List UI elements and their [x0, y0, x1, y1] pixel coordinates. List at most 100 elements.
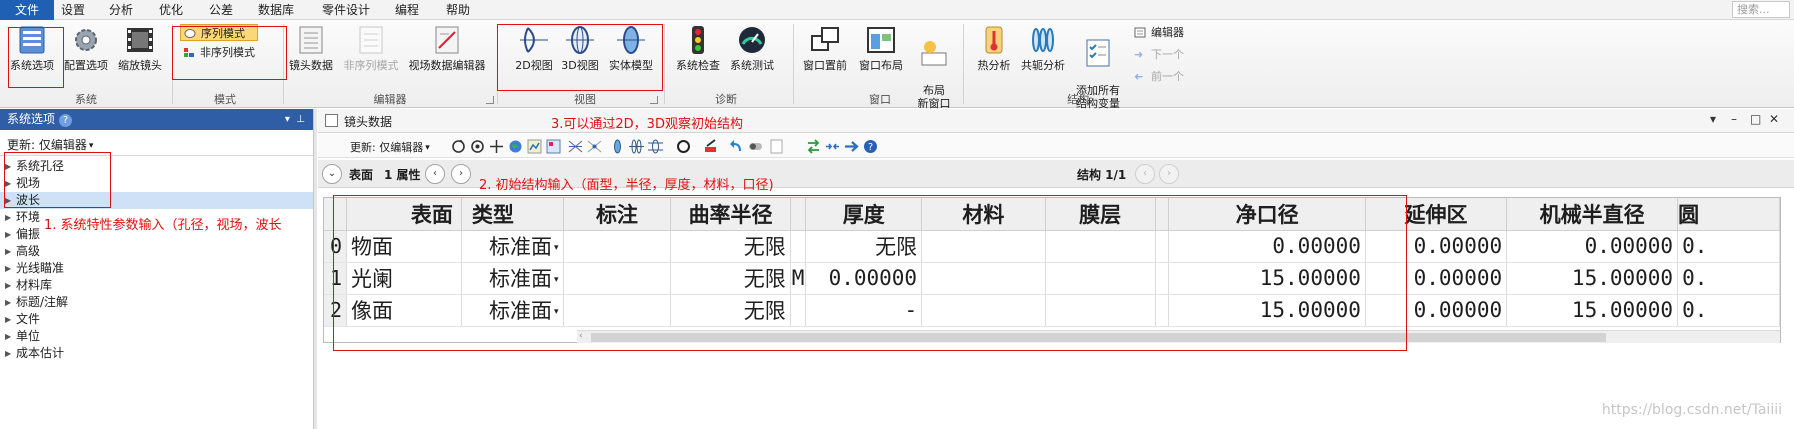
window-layout-button[interactable]: 窗口布局 — [855, 24, 907, 72]
svg-text:?: ? — [868, 142, 873, 153]
left-update-dropdown[interactable]: 更新: 仅编辑器 ▾ — [7, 136, 93, 153]
expand-arrow-icon: ▶ — [5, 213, 12, 222]
system-test-button[interactable]: 系统测试 — [726, 24, 778, 72]
expand-arrow-icon: ▶ — [5, 298, 12, 307]
expand-arrow-icon: ▶ — [5, 332, 12, 341]
spot-diagram-icon[interactable] — [587, 139, 602, 154]
expand-arrow-icon: ▶ — [5, 281, 12, 290]
cell-next[interactable]: 0. — [1677, 230, 1780, 263]
globe-icon[interactable] — [508, 139, 523, 154]
window-front-label: 窗口置前 — [803, 59, 847, 72]
lens-element-icon[interactable] — [610, 139, 625, 154]
minimize-icon[interactable]: – — [1731, 112, 1737, 126]
menu-file[interactable]: 文件 — [0, 0, 54, 20]
window-front-button[interactable]: 窗口置前 — [799, 24, 851, 72]
arrows-inward-icon[interactable] — [825, 139, 840, 154]
next-surface-button[interactable]: › — [451, 164, 471, 184]
prev-surface-button[interactable]: ‹ — [425, 164, 445, 184]
cell-mech-semi-dia[interactable]: 0.00000 — [1506, 230, 1679, 263]
system-check-label: 系统检查 — [676, 59, 720, 72]
menu-tolerance[interactable]: 公差 — [209, 0, 233, 20]
annotation-note-2: 2. 初始结构输入（面型，半径，厚度，材料，口径) — [479, 178, 774, 193]
conjugate-analysis-button[interactable]: 共轭分析 — [1018, 24, 1068, 72]
structure-prev-button[interactable]: ➜ 前一个 — [1131, 68, 1184, 85]
tree-item-label: 单位 — [16, 329, 41, 343]
tree-item-advanced[interactable]: ▶ 高级 — [0, 243, 313, 260]
annotation-box-system-options — [8, 27, 64, 88]
lens-data-icon — [299, 26, 323, 54]
properties-label: 1 属性 — [384, 168, 421, 182]
ray-fan-icon[interactable] — [568, 139, 583, 154]
menu-help[interactable]: 帮助 — [446, 0, 470, 20]
aperture-circle-icon[interactable] — [676, 139, 691, 154]
arrow-right-blue-icon[interactable] — [844, 139, 859, 154]
group-label-window: 窗口 — [869, 93, 891, 106]
field-data-editor-label: 视场数据编辑器 — [408, 59, 486, 72]
cell-mech-semi-dia[interactable]: 15.00000 — [1506, 294, 1679, 327]
collapse-button[interactable]: ⌄ — [322, 164, 342, 184]
tree-item-label: 成本估计 — [16, 346, 65, 360]
nonseq-editor-button[interactable]: 非序列模式 — [339, 24, 403, 72]
toggle-icon[interactable] — [748, 139, 763, 154]
help-circle-icon[interactable]: ? — [863, 139, 878, 154]
close-icon[interactable]: ✕ — [1769, 112, 1779, 126]
crosshair-icon[interactable] — [489, 139, 504, 154]
menu-settings[interactable]: 设置 — [61, 0, 85, 20]
menu-analysis[interactable]: 分析 — [109, 0, 133, 20]
thermal-analysis-label: 热分析 — [977, 59, 1011, 72]
tree-item-title-notes[interactable]: ▶ 标题/注解 — [0, 294, 313, 311]
menu-bar: 文件 设置 分析 优化 公差 数据库 零件设计 编程 帮助 搜索... — [0, 0, 1794, 20]
chart-icon[interactable] — [527, 139, 542, 154]
paint-brush-icon[interactable] — [703, 139, 718, 154]
lens-data-button[interactable]: 镜头数据 — [286, 24, 336, 72]
zoom-lens-button[interactable]: 缩放镜头 — [114, 24, 166, 72]
window-layout-label: 窗口布局 — [859, 59, 903, 72]
tree-item-material-catalog[interactable]: ▶ 材料库 — [0, 277, 313, 294]
structure-next-button[interactable]: ➜ 下一个 — [1131, 46, 1184, 63]
cell-next[interactable]: 0. — [1677, 262, 1780, 295]
menu-part-design[interactable]: 零件设计 — [322, 0, 370, 20]
arrows-swap-icon[interactable] — [806, 139, 821, 154]
pane-splitter[interactable] — [313, 109, 317, 429]
cell-next[interactable]: 0. — [1677, 294, 1780, 327]
checklist-icon — [1086, 39, 1110, 67]
refresh-icon[interactable] — [451, 139, 466, 154]
tree-item-cost-estimator[interactable]: ▶ 成本估计 — [0, 345, 313, 362]
new-layout-window-label: 布局 新窗口 — [917, 84, 951, 110]
system-check-button[interactable]: 系统检查 — [672, 24, 724, 72]
doc-update-dropdown[interactable]: 更新: 仅编辑器 ▾ — [350, 139, 430, 155]
tree-item-units[interactable]: ▶ 单位 — [0, 328, 313, 345]
window-menu-icon[interactable]: ▾ — [1710, 112, 1716, 126]
split-lens-icon[interactable] — [648, 139, 663, 154]
conjugate-icon — [1032, 28, 1054, 52]
editors-launcher-icon[interactable] — [486, 96, 494, 104]
blank-page-icon[interactable] — [769, 139, 784, 154]
view-launcher-icon[interactable] — [650, 96, 658, 104]
maximize-icon[interactable]: □ — [1750, 112, 1761, 126]
menu-programming[interactable]: 编程 — [395, 0, 419, 20]
structure-editor-button[interactable]: 编辑器 — [1131, 24, 1184, 41]
group-label-structure: 结构: — [1067, 93, 1093, 106]
thermal-analysis-button[interactable]: 热分析 — [972, 24, 1016, 72]
field-data-editor-button[interactable]: 视场数据编辑器 — [405, 24, 489, 72]
help-icon[interactable]: ? — [59, 114, 73, 127]
pane-pin-icon[interactable]: ▾ ⊥ — [285, 109, 305, 130]
layout-icon[interactable] — [546, 139, 561, 154]
search-input[interactable]: 搜索... — [1732, 1, 1790, 18]
tree-item-label: 环境 — [16, 210, 41, 224]
config-options-button[interactable]: 配置选项 — [60, 24, 112, 72]
prev-structure-button[interactable]: ‹ — [1135, 164, 1155, 184]
cell-mech-semi-dia[interactable]: 15.00000 — [1506, 262, 1679, 295]
refresh-all-icon[interactable] — [470, 139, 485, 154]
lens-data-header: 镜头数据 ▾ – □ ✕ — [318, 109, 1794, 133]
tree-item-ray-aiming[interactable]: ▶ 光线瞄准 — [0, 260, 313, 277]
annotation-box-system-params — [4, 152, 111, 208]
doublet-icon[interactable] — [629, 139, 644, 154]
new-layout-window-button[interactable]: 布局 新窗口 — [910, 24, 958, 110]
menu-optimize[interactable]: 优化 — [159, 0, 183, 20]
menu-database[interactable]: 数据库 — [258, 0, 294, 20]
tree-item-files[interactable]: ▶ 文件 — [0, 311, 313, 328]
annotation-box-view — [497, 24, 663, 91]
undo-icon[interactable] — [729, 139, 744, 154]
next-structure-button[interactable]: › — [1159, 164, 1179, 184]
